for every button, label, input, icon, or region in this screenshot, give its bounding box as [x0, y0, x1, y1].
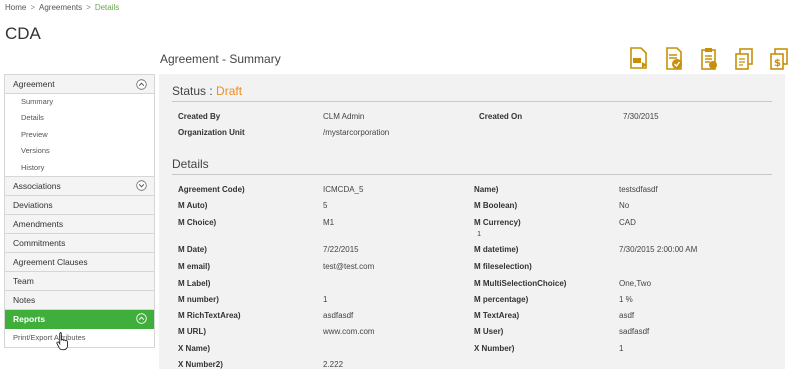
- field-label: X Number): [474, 344, 515, 353]
- sidebar-subitem-summary[interactable]: Summary: [5, 94, 154, 111]
- field-label: Name): [474, 185, 499, 194]
- breadcrumb: Home > Agreements > Details: [5, 3, 119, 12]
- svg-text:$: $: [774, 58, 781, 69]
- created-on-value: 7/30/2015: [623, 112, 659, 121]
- action-toolbar: $: [628, 46, 790, 72]
- field-label: M email): [178, 262, 211, 271]
- summary-panel: Status : Draft Created By CLM Admin Crea…: [159, 74, 785, 369]
- field-label: M Auto): [178, 201, 208, 210]
- document-export-icon[interactable]: [628, 46, 650, 72]
- field-value: 5: [323, 201, 328, 210]
- sidebar-item-label: Amendments: [13, 218, 64, 229]
- sidebar-item-label: Notes: [13, 294, 36, 305]
- divider: [172, 101, 772, 102]
- field-label: M Boolean): [474, 201, 518, 210]
- collapse-icon[interactable]: [136, 313, 147, 325]
- sidebar-item-associations[interactable]: Associations: [5, 176, 154, 196]
- breadcrumb-agreements[interactable]: Agreements: [39, 3, 82, 12]
- sidebar-item-commitments[interactable]: Commitments: [5, 233, 154, 253]
- sidebar-subitem-preview[interactable]: Preview: [5, 126, 154, 144]
- sidebar-item-amendments[interactable]: Amendments: [5, 214, 154, 234]
- status-badge: Draft: [216, 84, 243, 98]
- field-label: M TextArea): [474, 311, 520, 320]
- field-label: M URL): [178, 327, 206, 336]
- sidebar-item-deviations[interactable]: Deviations: [5, 195, 154, 215]
- field-value: asdf: [619, 311, 635, 320]
- summary-title: Agreement - Summary: [160, 52, 281, 66]
- hand-cursor-icon: [56, 332, 69, 351]
- sidebar-item-notes[interactable]: Notes: [5, 290, 154, 310]
- field-value: www.com.com: [323, 327, 375, 336]
- org-unit-value: /mystarcorporation: [323, 128, 390, 137]
- sidebar-item-label: Commitments: [13, 237, 66, 248]
- breadcrumb-details: Details: [94, 3, 120, 12]
- field-value: 2.222: [323, 360, 344, 369]
- field-label: Agreement Code): [178, 185, 245, 194]
- sidebar-subitem-print-export[interactable]: Print/Export Attributes: [5, 328, 154, 347]
- field-label: M Currency): [474, 218, 521, 227]
- status-line: Status : Draft: [172, 84, 242, 98]
- sidebar-item-label: Agreement: [13, 79, 55, 89]
- org-unit-label: Organization Unit: [178, 128, 245, 137]
- field-label: M Date): [178, 245, 207, 254]
- field-label: M RichTextArea): [178, 311, 241, 320]
- details-title: Details: [172, 157, 209, 171]
- field-value: testsdfasdf: [619, 185, 658, 194]
- sidebar-item-label: Deviations: [13, 199, 53, 210]
- field-label: X Name): [178, 344, 211, 353]
- sidebar-subitem-versions[interactable]: Versions: [5, 143, 154, 160]
- field-label: M User): [474, 327, 504, 336]
- created-on-label: Created On: [479, 112, 523, 121]
- field-label: M Choice): [178, 218, 217, 227]
- sidebar-item-label: Agreement Clauses: [13, 256, 88, 267]
- document-money-icon[interactable]: $: [768, 46, 790, 72]
- field-value: test@test.com: [323, 262, 375, 271]
- field-value: 1: [619, 344, 624, 353]
- field-label: M datetime): [474, 245, 519, 254]
- field-label: M MultiSelectionChoice): [474, 279, 567, 288]
- field-value: M1: [323, 218, 335, 227]
- field-value: asdfasdf: [323, 311, 354, 320]
- sidebar-item-agreement-clauses[interactable]: Agreement Clauses: [5, 252, 154, 272]
- sidebar-item-label: Associations: [13, 180, 61, 191]
- field-value: CAD: [619, 218, 636, 227]
- status-label: Status :: [172, 84, 213, 98]
- sidebar-subitem-history[interactable]: History: [5, 159, 154, 177]
- sidebar: Agreement Summary Details Preview Versio…: [4, 74, 155, 348]
- field-value: One,Two: [619, 279, 652, 288]
- clipboard-icon[interactable]: [698, 46, 720, 72]
- sidebar-item-reports[interactable]: Reports: [5, 309, 154, 329]
- sidebar-item-label: Reports: [13, 313, 46, 324]
- field-value: 7/22/2015: [323, 245, 359, 254]
- sidebar-item-label: Team: [13, 275, 34, 286]
- collapse-icon[interactable]: [136, 78, 147, 90]
- field-label: M Label): [178, 279, 211, 288]
- field-label: M number): [178, 295, 219, 304]
- field-label: M percentage): [474, 295, 529, 304]
- page-title: CDA: [5, 24, 41, 43]
- created-by-value: CLM Admin: [323, 112, 365, 121]
- created-by-label: Created By: [178, 112, 221, 121]
- field-label: X Number2): [178, 360, 223, 369]
- field-value: 1: [477, 229, 482, 238]
- field-value: sadfasdf: [619, 327, 650, 336]
- field-value: 1: [323, 295, 328, 304]
- breadcrumb-home[interactable]: Home: [5, 3, 26, 12]
- copy-document-icon[interactable]: [733, 46, 755, 72]
- breadcrumb-separator: >: [30, 3, 36, 12]
- field-value: 1 %: [619, 295, 633, 304]
- field-value: ICMCDA_5: [323, 185, 364, 194]
- expand-icon[interactable]: [136, 180, 147, 192]
- divider: [172, 174, 772, 175]
- field-value: 7/30/2015 2:00:00 AM: [619, 245, 698, 254]
- sidebar-item-agreement[interactable]: Agreement: [5, 75, 154, 94]
- sidebar-subitem-details[interactable]: Details: [5, 110, 154, 127]
- sidebar-item-team[interactable]: Team: [5, 271, 154, 291]
- document-approve-icon[interactable]: [663, 46, 685, 72]
- field-label: M fileselection): [474, 262, 532, 271]
- breadcrumb-separator: >: [86, 3, 91, 12]
- field-value: No: [619, 201, 630, 210]
